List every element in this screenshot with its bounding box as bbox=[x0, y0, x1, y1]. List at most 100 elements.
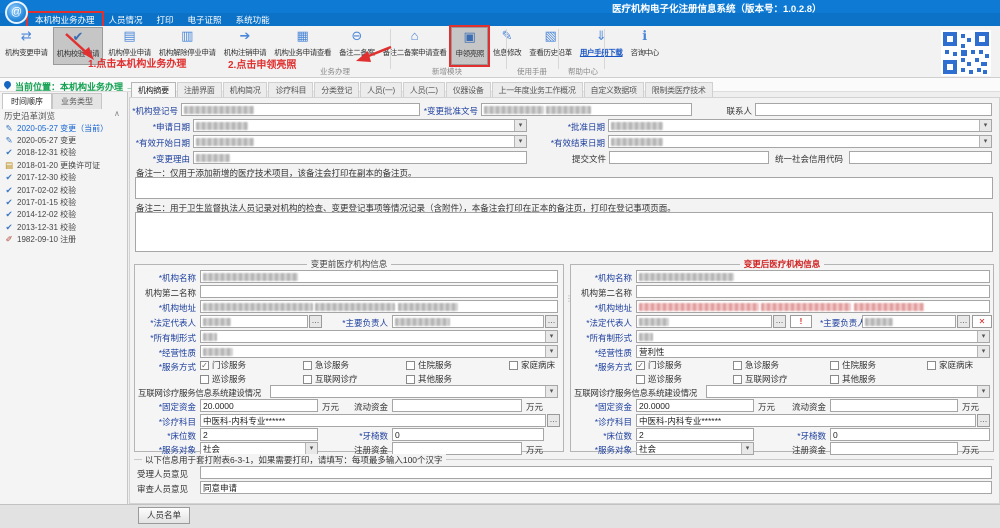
note2-textarea[interactable] bbox=[135, 212, 993, 252]
service-checkbox[interactable]: ✓门诊服务 bbox=[636, 359, 733, 371]
after-floating-capital-input[interactable] bbox=[830, 399, 958, 412]
before-chairs-input[interactable]: 0 bbox=[392, 428, 544, 441]
after-chairs-input[interactable]: 0 bbox=[830, 428, 990, 441]
service-checkbox[interactable]: 住院服务 bbox=[830, 359, 927, 371]
change-reason-input[interactable] bbox=[193, 151, 527, 164]
service-checkbox[interactable]: 其他服务 bbox=[406, 373, 509, 385]
main-tab[interactable]: 自定义数据项 bbox=[584, 82, 644, 97]
history-item[interactable]: ✔2018-12-31 校验 bbox=[3, 147, 127, 159]
menu-item[interactable]: 电子证照 bbox=[181, 13, 229, 27]
menu-item[interactable]: 系统功能 bbox=[229, 13, 277, 27]
toolbar-button[interactable]: ⇓用户手册下载 bbox=[577, 27, 626, 65]
after-org-addr-input[interactable] bbox=[636, 300, 990, 313]
reg-no-input[interactable] bbox=[181, 103, 420, 116]
subjects-picker-button[interactable]: … bbox=[977, 414, 990, 427]
before-fixed-capital-input[interactable]: 20.0000 bbox=[200, 399, 318, 412]
subjects-picker-button[interactable]: … bbox=[547, 414, 560, 427]
service-checkbox[interactable]: 巡诊服务 bbox=[200, 373, 303, 385]
history-item[interactable]: ✔2013-12-31 校验 bbox=[3, 221, 127, 233]
history-item[interactable]: ✎2020-05-27 变更（当前） bbox=[3, 122, 127, 134]
after-ownership-select[interactable] bbox=[636, 330, 990, 343]
after-org-name2-input[interactable] bbox=[636, 285, 990, 298]
principal-picker-button[interactable]: … bbox=[957, 315, 970, 328]
service-checkbox[interactable]: 急诊服务 bbox=[733, 359, 830, 371]
before-floating-capital-input[interactable] bbox=[392, 399, 522, 412]
service-checkbox[interactable]: 巡诊服务 bbox=[636, 373, 733, 385]
valid-start-select[interactable] bbox=[193, 135, 527, 148]
service-checkbox[interactable]: 住院服务 bbox=[406, 359, 509, 371]
after-subjects-input[interactable]: 中医科-内科专业****** bbox=[636, 414, 976, 427]
legal-rep-picker-button[interactable]: … bbox=[773, 315, 786, 328]
principal-warning-button[interactable]: ✕ bbox=[972, 315, 992, 328]
credit-code-input[interactable] bbox=[849, 151, 992, 164]
before-org-addr-input[interactable] bbox=[200, 300, 558, 313]
history-item[interactable]: ▤2018-01-20 更换许可证 bbox=[3, 159, 127, 171]
toolbar-button[interactable]: ⇄机构变更申请 bbox=[2, 27, 51, 65]
toolbar-button[interactable]: ▧查看历史沿革 bbox=[526, 27, 575, 65]
toolbar-button[interactable]: ℹ咨询中心 bbox=[628, 27, 662, 65]
after-service-target-select[interactable]: 社会 bbox=[636, 442, 754, 455]
before-beds-input[interactable]: 2 bbox=[200, 428, 318, 441]
service-checkbox[interactable]: 互联网诊疗 bbox=[733, 373, 830, 385]
history-item[interactable]: ✐1982-09-10 注册 bbox=[3, 234, 127, 246]
service-checkbox[interactable]: 急诊服务 bbox=[303, 359, 406, 371]
after-fixed-capital-input[interactable]: 20.0000 bbox=[636, 399, 754, 412]
history-item-label: 2018-01-20 更换许可证 bbox=[17, 160, 100, 171]
accept-opinion-input[interactable] bbox=[200, 466, 992, 479]
main-tab[interactable]: 诊疗科目 bbox=[268, 82, 313, 97]
after-reg-capital-input[interactable] bbox=[830, 442, 958, 455]
principal-picker-button[interactable]: … bbox=[545, 315, 558, 328]
service-checkbox[interactable]: 其他服务 bbox=[830, 373, 927, 385]
contact-input[interactable] bbox=[755, 103, 992, 116]
approve-date-select[interactable] bbox=[608, 119, 992, 132]
history-item[interactable]: ✔2014-12-02 校验 bbox=[3, 209, 127, 221]
after-org-name-input[interactable] bbox=[636, 270, 990, 283]
before-ownership-select[interactable] bbox=[200, 330, 558, 343]
history-item[interactable]: ✔2017-12-30 校验 bbox=[3, 172, 127, 184]
menu-item[interactable]: 打印 bbox=[150, 13, 181, 27]
history-item[interactable]: ✔2017-02-02 校验 bbox=[3, 184, 127, 196]
after-principal-input[interactable] bbox=[862, 315, 956, 328]
apply-date-select[interactable] bbox=[193, 119, 527, 132]
sidebar-tab-time-order[interactable]: 时间顺序 bbox=[2, 93, 52, 109]
before-org-name-input[interactable] bbox=[200, 270, 558, 283]
toolbar-button[interactable]: ⊖备注二备案 bbox=[336, 27, 378, 65]
service-checkbox[interactable]: 互联网诊疗 bbox=[303, 373, 406, 385]
change-doc-input[interactable] bbox=[481, 103, 692, 116]
before-internet-select[interactable] bbox=[270, 385, 558, 398]
main-tab[interactable]: 人员(一) bbox=[360, 82, 402, 97]
before-legal-rep-input[interactable] bbox=[200, 315, 308, 328]
valid-end-select[interactable] bbox=[608, 135, 992, 148]
review-opinion-input[interactable]: 同意申请 bbox=[200, 481, 992, 494]
before-principal-input[interactable] bbox=[392, 315, 544, 328]
history-item[interactable]: ✔2017-01-15 校验 bbox=[3, 196, 127, 208]
before-org-name2-input[interactable] bbox=[200, 285, 558, 298]
after-op-nature-select[interactable]: 营利性 bbox=[636, 345, 990, 358]
toolbar-button[interactable]: ✎信息修改 bbox=[490, 27, 524, 65]
before-subjects-input[interactable]: 中医科-内科专业****** bbox=[200, 414, 546, 427]
note1-textarea[interactable] bbox=[135, 177, 993, 199]
panel-splitter[interactable]: ⋮ bbox=[565, 295, 569, 321]
legal-rep-picker-button[interactable]: … bbox=[309, 315, 322, 328]
after-internet-select[interactable] bbox=[706, 385, 990, 398]
main-tab[interactable]: 上一年度业务工作概况 bbox=[492, 82, 583, 97]
menu-item[interactable]: 本机构业务办理 bbox=[28, 13, 102, 27]
main-tab[interactable]: 限制类医疗技术 bbox=[645, 82, 713, 97]
after-legal-rep-input[interactable] bbox=[636, 315, 772, 328]
main-tab[interactable]: 机构简况 bbox=[223, 82, 268, 97]
service-checkbox[interactable]: ✓门诊服务 bbox=[200, 359, 303, 371]
main-tab[interactable]: 注册界面 bbox=[177, 82, 222, 97]
main-tab[interactable]: 分类登记 bbox=[314, 82, 359, 97]
before-op-nature-select[interactable] bbox=[200, 345, 558, 358]
main-tab[interactable]: 人员(二) bbox=[403, 82, 445, 97]
submit-file-input[interactable] bbox=[609, 151, 769, 164]
staff-list-button[interactable]: 人员名单 bbox=[138, 507, 190, 524]
legal-rep-warning-button[interactable]: ! bbox=[790, 315, 812, 328]
main-tab[interactable]: 机构摘要 bbox=[131, 82, 176, 97]
history-item[interactable]: ✎2020-05-27 变更 bbox=[3, 134, 127, 146]
menu-item[interactable]: 人员情况 bbox=[102, 13, 150, 27]
service-checkbox[interactable]: 家庭病床 bbox=[927, 359, 1000, 371]
main-tab[interactable]: 仪器设备 bbox=[446, 82, 491, 97]
after-beds-input[interactable]: 2 bbox=[636, 428, 754, 441]
toolbar-button[interactable]: ▣申领亮照 bbox=[451, 27, 487, 65]
